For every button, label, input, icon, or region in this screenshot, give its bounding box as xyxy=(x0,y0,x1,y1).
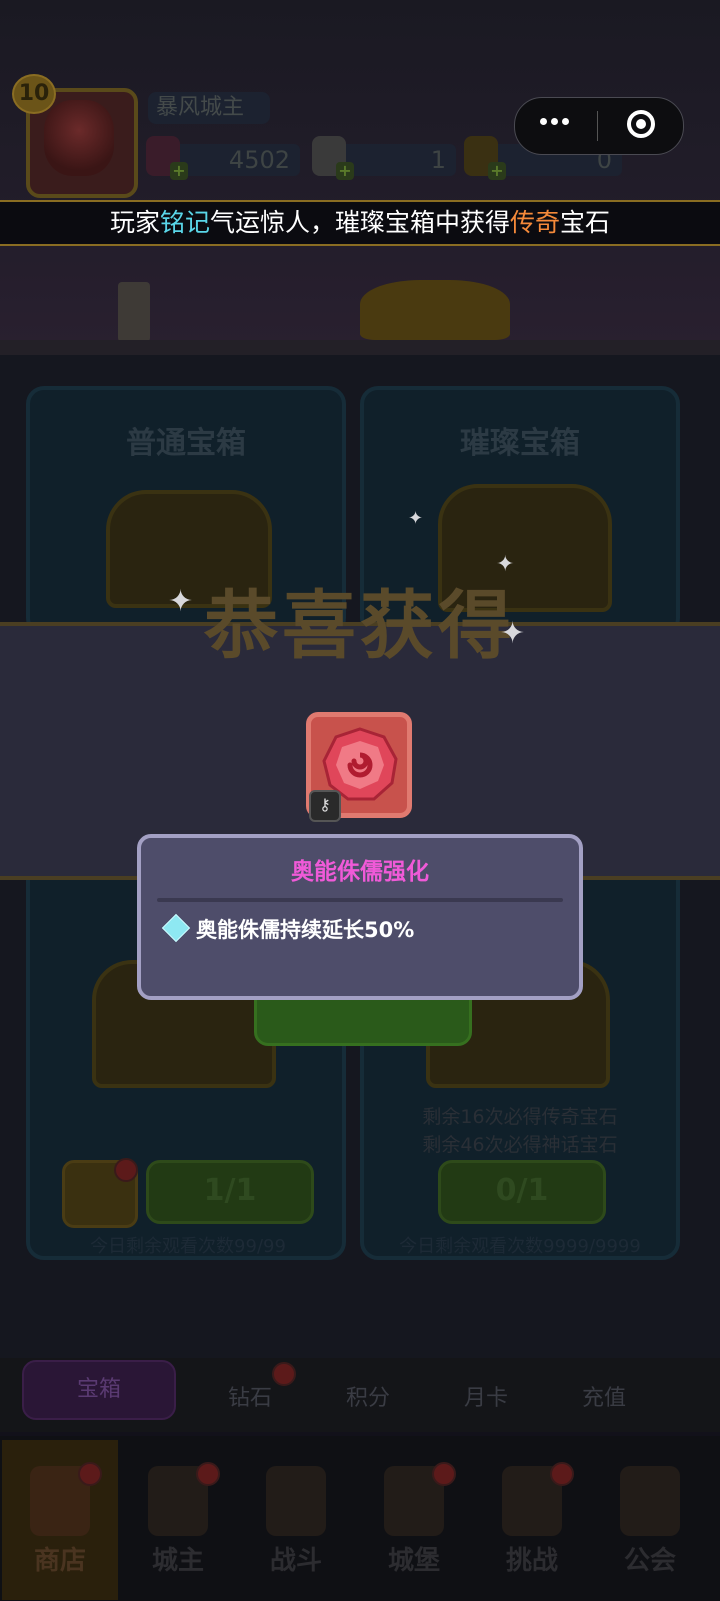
broadcast-prefix: 玩家 xyxy=(109,208,160,237)
sparkle-icon: ✦ xyxy=(168,584,194,619)
nav-lord-label: 城主 xyxy=(151,1546,204,1576)
level-badge: 10 xyxy=(12,74,56,114)
brilliant-chest-title: 璀璨宝箱 xyxy=(460,426,580,461)
nav-castle[interactable]: 城堡 xyxy=(356,1440,472,1600)
tab-monthly-card[interactable]: 月卡 xyxy=(436,1380,536,1412)
broadcast-banner: 玩家铭记气运惊人，璀璨宝箱中获得传奇宝石 xyxy=(0,200,720,246)
brilliant-chest-open-button[interactable]: 0/1 xyxy=(438,1160,606,1224)
normal-chest-open-button[interactable]: 1/1 xyxy=(146,1160,314,1224)
skill-tag-icon: ⚷ xyxy=(309,790,341,822)
tab-recharge[interactable]: 充值 xyxy=(554,1380,654,1412)
tab-chest[interactable]: 宝箱 xyxy=(22,1360,176,1420)
sparkle-icon: ✦ xyxy=(408,508,424,529)
nav-battle[interactable]: 战斗 xyxy=(238,1440,354,1600)
normal-chest-footer: 今日剩余观看次数99/99 xyxy=(90,1236,286,1257)
brilliant-chest-footer: 今日剩余观看次数9999/9999 xyxy=(399,1236,641,1257)
gold-pile-decoration xyxy=(360,280,510,340)
nav-castle-label: 城堡 xyxy=(387,1546,440,1576)
capsule-divider xyxy=(597,111,598,141)
tab-points[interactable]: 积分 xyxy=(318,1380,418,1412)
tooltip-title: 奥能侏儒强化 xyxy=(291,859,429,885)
broadcast-rarity: 传奇 xyxy=(510,208,561,237)
broadcast-player-name: 铭记 xyxy=(159,208,210,237)
broadcast-middle: 气运惊人，璀璨宝箱中获得 xyxy=(209,208,510,237)
nav-shop-label: 商店 xyxy=(33,1546,86,1576)
add-gems-button[interactable]: + xyxy=(170,162,188,180)
nav-challenge[interactable]: 挑战 xyxy=(474,1440,590,1600)
nav-shop-notification-dot xyxy=(78,1462,102,1486)
add-pink-key-button[interactable]: + xyxy=(336,162,354,180)
guild-lock-icon xyxy=(620,1466,680,1536)
nav-lord[interactable]: 城主 xyxy=(120,1440,236,1600)
normal-chest-title: 普通宝箱 xyxy=(126,426,246,461)
tooltip-effect: 奥能侏儒持续延长50% xyxy=(196,918,415,942)
broadcast-suffix: 宝石 xyxy=(560,208,611,237)
brilliant-chest-note-legendary: 剩余16次必得传奇宝石 xyxy=(422,1106,618,1128)
player-name: 暴风城主 xyxy=(148,92,270,124)
nav-battle-label: 战斗 xyxy=(269,1546,322,1576)
sparkle-icon: ✦ xyxy=(500,616,526,651)
nav-challenge-label: 挑战 xyxy=(505,1546,558,1576)
nav-castle-notification-dot xyxy=(432,1462,456,1486)
tab-diamond-notification-dot xyxy=(272,1362,296,1386)
tooltip-divider xyxy=(157,898,563,902)
sparkle-icon: ✦ xyxy=(496,552,515,577)
notification-dot xyxy=(114,1158,138,1182)
reward-heading: 恭喜获得 xyxy=(204,583,516,669)
add-gold-key-button[interactable]: + xyxy=(488,162,506,180)
nav-shop[interactable]: 商店 xyxy=(2,1440,118,1600)
nav-guild-label: 公会 xyxy=(623,1546,676,1576)
nav-challenge-notification-dot xyxy=(550,1462,574,1486)
crossed-swords-icon xyxy=(266,1466,326,1536)
avatar-portrait xyxy=(44,100,114,176)
more-menu-icon[interactable] xyxy=(538,110,582,140)
candle-decoration xyxy=(118,282,150,342)
nav-lord-notification-dot xyxy=(196,1462,220,1486)
brilliant-chest-note-mythic: 剩余46次必得神话宝石 xyxy=(422,1134,618,1156)
nav-guild[interactable]: 公会 xyxy=(592,1440,708,1600)
close-target-icon[interactable] xyxy=(627,110,655,138)
